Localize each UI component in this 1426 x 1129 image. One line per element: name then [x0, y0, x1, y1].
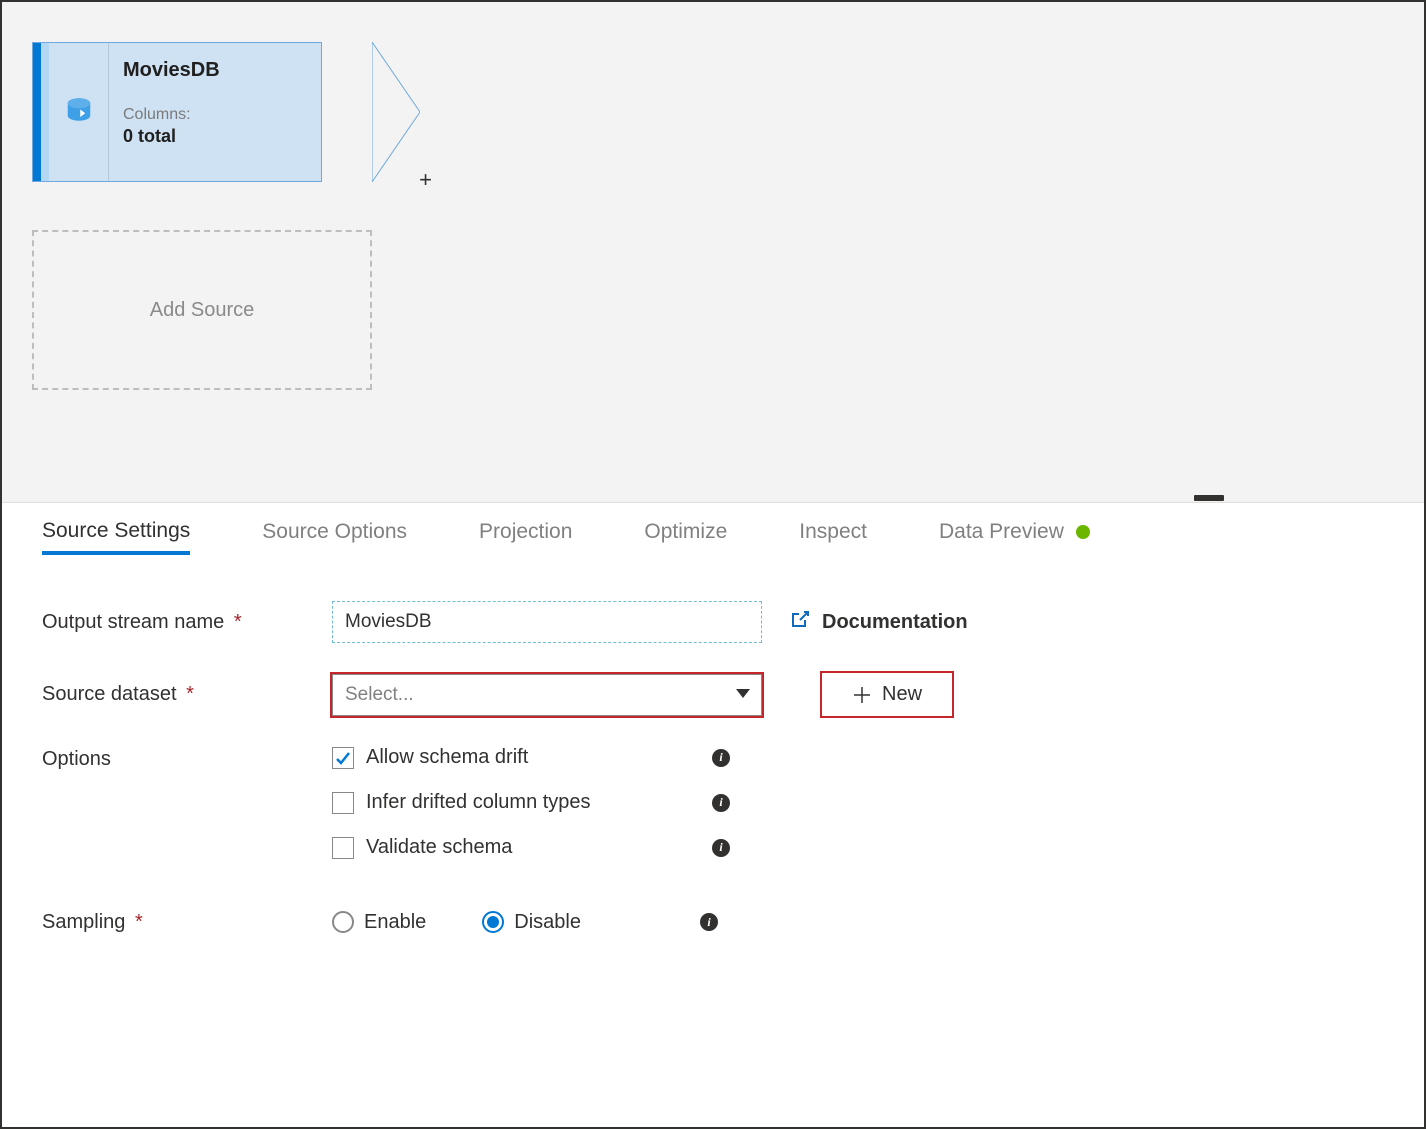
label-output-stream-text: Output stream name — [42, 611, 224, 633]
label-disable: Disable — [514, 911, 581, 934]
plus-icon — [852, 685, 872, 705]
row-output-stream: Output stream name * Documentat — [42, 601, 1384, 643]
tab-data-preview-label: Data Preview — [939, 520, 1064, 543]
source-dataset-select-wrap: Select... — [332, 674, 762, 716]
tab-source-settings[interactable]: Source Settings — [42, 519, 190, 555]
tab-bar: Source Settings Source Options Projectio… — [2, 503, 1424, 561]
app-frame: MoviesDB Columns: 0 total + Add Source S… — [0, 0, 1426, 1129]
node-arrow-shape — [372, 42, 420, 182]
row-options: Options Allow schema drift i — [42, 746, 1384, 881]
panel-resize-handle[interactable] — [1194, 495, 1224, 501]
status-dot-icon — [1076, 525, 1090, 539]
dataflow-canvas: MoviesDB Columns: 0 total + Add Source — [2, 2, 1424, 502]
add-transformation-icon[interactable]: + — [419, 167, 432, 193]
option-infer-types: Infer drifted column types i — [332, 791, 730, 814]
node-content: MoviesDB Columns: 0 total — [109, 43, 321, 181]
sampling-radio-group: Enable Disable — [332, 911, 581, 934]
option-validate-schema: Validate schema i — [332, 836, 730, 859]
source-node-moviesdb[interactable]: MoviesDB Columns: 0 total + — [32, 42, 372, 182]
label-infer-types: Infer drifted column types — [366, 791, 591, 814]
documentation-link[interactable]: Documentation — [790, 609, 968, 635]
controls-output-stream: Documentation — [332, 601, 1384, 643]
info-icon[interactable]: i — [712, 749, 730, 767]
row-source-dataset: Source dataset * Select... — [42, 671, 1384, 718]
radio-disable[interactable] — [482, 911, 504, 933]
source-dataset-select[interactable]: Select... — [332, 674, 762, 716]
node-title: MoviesDB — [123, 59, 307, 82]
label-allow-schema-drift: Allow schema drift — [366, 746, 528, 769]
node-columns-value: 0 total — [123, 126, 307, 147]
label-options: Options — [42, 746, 332, 771]
source-dataset-placeholder: Select... — [345, 684, 414, 706]
radio-disable-item[interactable]: Disable — [482, 911, 581, 934]
properties-panel: Source Settings Source Options Projectio… — [2, 502, 1424, 1127]
tab-projection[interactable]: Projection — [479, 520, 572, 554]
checkbox-allow-schema-drift[interactable] — [332, 747, 354, 769]
controls-sampling: Enable Disable i — [332, 911, 1384, 934]
label-enable: Enable — [364, 911, 426, 934]
checkbox-validate-schema[interactable] — [332, 837, 354, 859]
radio-enable-item[interactable]: Enable — [332, 911, 426, 934]
new-button-label: New — [882, 683, 922, 706]
required-asterisk: * — [135, 911, 143, 933]
row-sampling: Sampling * Enable Disable — [42, 901, 1384, 943]
info-icon[interactable]: i — [712, 794, 730, 812]
info-icon[interactable]: i — [712, 839, 730, 857]
controls-source-dataset: Select... New — [332, 671, 1384, 718]
required-asterisk: * — [234, 611, 242, 633]
node-icon-section — [49, 43, 109, 181]
label-source-dataset-text: Source dataset — [42, 683, 177, 705]
node-accent-bar — [33, 43, 41, 181]
output-stream-name-input[interactable] — [332, 601, 762, 643]
label-sampling: Sampling * — [42, 911, 332, 934]
tab-optimize[interactable]: Optimize — [644, 520, 727, 554]
checkbox-infer-types[interactable] — [332, 792, 354, 814]
label-source-dataset: Source dataset * — [42, 683, 332, 706]
add-source-box[interactable]: Add Source — [32, 230, 372, 390]
options-checks: Allow schema drift i Infer drifted colum… — [332, 746, 730, 881]
node-columns-label: Columns: — [123, 106, 307, 124]
add-source-label: Add Source — [150, 299, 255, 322]
radio-enable[interactable] — [332, 911, 354, 933]
new-dataset-button[interactable]: New — [820, 671, 954, 718]
info-icon[interactable]: i — [700, 913, 718, 931]
tab-source-options[interactable]: Source Options — [262, 520, 407, 554]
external-link-icon — [790, 609, 810, 635]
node-accent-bar-light — [41, 43, 49, 181]
label-output-stream: Output stream name * — [42, 611, 332, 634]
required-asterisk: * — [186, 683, 194, 705]
label-validate-schema: Validate schema — [366, 836, 512, 859]
form-area: Output stream name * Documentat — [2, 561, 1424, 971]
documentation-label: Documentation — [822, 611, 968, 634]
tab-inspect[interactable]: Inspect — [799, 520, 867, 554]
source-node-body: MoviesDB Columns: 0 total — [32, 42, 322, 182]
database-icon — [64, 97, 94, 127]
tab-data-preview[interactable]: Data Preview — [939, 520, 1090, 554]
option-allow-schema-drift: Allow schema drift i — [332, 746, 730, 769]
label-sampling-text: Sampling — [42, 911, 125, 933]
